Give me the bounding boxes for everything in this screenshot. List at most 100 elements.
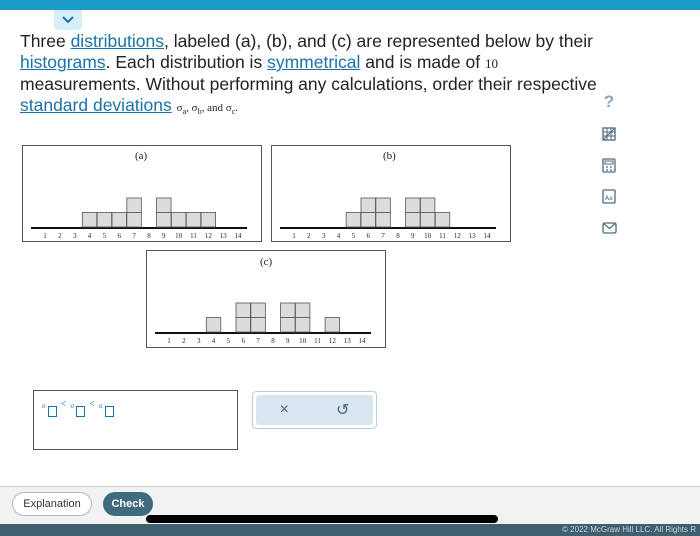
data-table-icon[interactable]: [597, 122, 621, 146]
tick-label: 7: [132, 232, 136, 240]
histogram-bar-unit: [126, 212, 142, 228]
svg-text:Aa: Aa: [605, 195, 613, 202]
histogram-bar-unit: [96, 212, 113, 228]
question-text-part: measurements. Without performing any cal…: [20, 74, 597, 94]
tool-sidebar: ? Aa: [597, 90, 621, 248]
calculator-icon[interactable]: [597, 153, 621, 177]
histogram-bar-unit: [81, 212, 98, 228]
tick-label: 5: [352, 232, 356, 240]
tick-label: 3: [197, 337, 201, 345]
histogram-bar-unit: [250, 302, 266, 318]
tick-label: 13: [220, 232, 228, 240]
copyright-text: © 2022 McGraw Hill LLC. All Rights R: [562, 525, 696, 534]
tick-label: 5: [227, 337, 231, 345]
histogram-c-plot: 1 2 3 4 5 6 7 8 9 10 11 12 13 14: [155, 302, 371, 345]
less-than-symbol: <: [60, 399, 67, 410]
link-histograms[interactable]: histograms: [20, 52, 106, 72]
histogram-bar-unit: [434, 212, 451, 228]
tick-label: 5: [103, 232, 107, 240]
tick-label: 11: [190, 232, 197, 240]
tick-label: 4: [212, 337, 216, 345]
histogram-bar-unit: [250, 317, 266, 333]
histogram-bar-unit: [360, 197, 376, 213]
tick-label: 1: [43, 232, 47, 240]
link-distributions[interactable]: distributions: [71, 31, 164, 51]
tick-label: 6: [242, 337, 246, 345]
histogram-bar-unit: [111, 212, 127, 228]
histogram-bar-unit: [360, 212, 376, 228]
tick-label: 9: [411, 232, 415, 240]
link-symmetrical[interactable]: symmetrical: [267, 52, 360, 72]
horizontal-scrollbar[interactable]: [146, 515, 498, 523]
histogram-bar-unit: [156, 212, 172, 228]
tick-label: 10: [299, 337, 307, 345]
tick-label: 9: [162, 232, 166, 240]
histogram-bar-unit: [205, 317, 222, 333]
link-standard-deviations[interactable]: standard deviations: [20, 95, 172, 115]
histogram-bar-unit: [185, 212, 202, 228]
tick-label: 2: [182, 337, 186, 345]
message-icon[interactable]: [597, 216, 621, 240]
tick-label: 6: [367, 232, 371, 240]
tick-label: 13: [344, 337, 352, 345]
tick-label: 12: [205, 232, 213, 240]
histogram-bar-unit: [280, 317, 296, 333]
tick-label: 4: [88, 232, 92, 240]
tick-label: 8: [396, 232, 400, 240]
histogram-bar-unit: [375, 212, 391, 228]
histogram-bar-unit: [280, 302, 296, 318]
tick-label: 10: [175, 232, 183, 240]
sigma-list: σa, σb, and σc.: [176, 102, 238, 117]
clear-button[interactable]: ×: [280, 401, 289, 419]
help-icon[interactable]: ?: [597, 90, 621, 114]
histogram-bar-unit: [419, 197, 436, 213]
histogram-bar-unit: [156, 197, 172, 213]
tick-label: 7: [256, 337, 260, 345]
tick-label: 11: [439, 232, 446, 240]
histogram-bar-unit: [126, 197, 142, 213]
question-text-part: Three: [20, 31, 71, 51]
histogram-bar-unit: [294, 317, 311, 333]
tick-label: 13: [469, 232, 477, 240]
histogram-bar-unit: [405, 197, 421, 213]
tick-label: 6: [118, 232, 122, 240]
histogram-bar-unit: [294, 302, 311, 318]
collapse-toggle[interactable]: [54, 10, 82, 30]
question-text-part: and is made of: [360, 52, 485, 72]
tick-label: 11: [314, 337, 321, 345]
tick-label: 2: [307, 232, 311, 240]
histogram-bar-unit: [235, 302, 251, 318]
tick-label: 14: [484, 232, 492, 240]
measurement-count: 10: [484, 56, 498, 71]
ordering-template: σ < σ < σ: [42, 399, 114, 417]
histogram-b: (b) 1 2 3 4 5 6 7 8 9 10 11 12 13 14: [271, 145, 511, 242]
tick-label: 3: [73, 232, 77, 240]
tick-label: 14: [359, 337, 367, 345]
check-button[interactable]: Check: [103, 492, 153, 516]
histogram-bar-unit: [170, 212, 187, 228]
question-text-part: , labeled (a), (b), and (c) are represen…: [163, 31, 593, 51]
answer-slot-1[interactable]: [47, 406, 57, 417]
answer-slot-3[interactable]: [104, 406, 114, 417]
tick-label: 2: [58, 232, 62, 240]
tick-label: 1: [292, 232, 296, 240]
answer-actions: × ↺: [252, 391, 377, 429]
undo-button[interactable]: ↺: [336, 400, 349, 420]
tick-label: 7: [381, 232, 385, 240]
tick-label: 8: [147, 232, 151, 240]
answer-slot-2[interactable]: [76, 406, 86, 417]
question-text: Three distributions, labeled (a), (b), a…: [20, 31, 610, 122]
histogram-a-plot: 1 2 3 4 5 6 7 8 9 10 11 12 13 14: [31, 197, 247, 240]
question-text-part: . Each distribution is: [105, 52, 268, 72]
answer-box[interactable]: σ < σ < σ: [33, 390, 238, 450]
glossary-icon[interactable]: Aa: [597, 185, 621, 209]
tick-label: 14: [235, 232, 243, 240]
histogram-b-plot: 1 2 3 4 5 6 7 8 9 10 11 12 13 14: [280, 197, 496, 240]
histogram-bar-unit: [200, 212, 217, 228]
explanation-button[interactable]: Explanation: [12, 492, 92, 516]
tick-label: 12: [454, 232, 462, 240]
tick-label: 1: [167, 337, 171, 345]
histogram-a: (a) 1 2 3 4 5 6 7 8 9 10 11 12 13 14: [22, 145, 262, 242]
tick-label: 8: [271, 337, 275, 345]
tick-label: 9: [286, 337, 290, 345]
